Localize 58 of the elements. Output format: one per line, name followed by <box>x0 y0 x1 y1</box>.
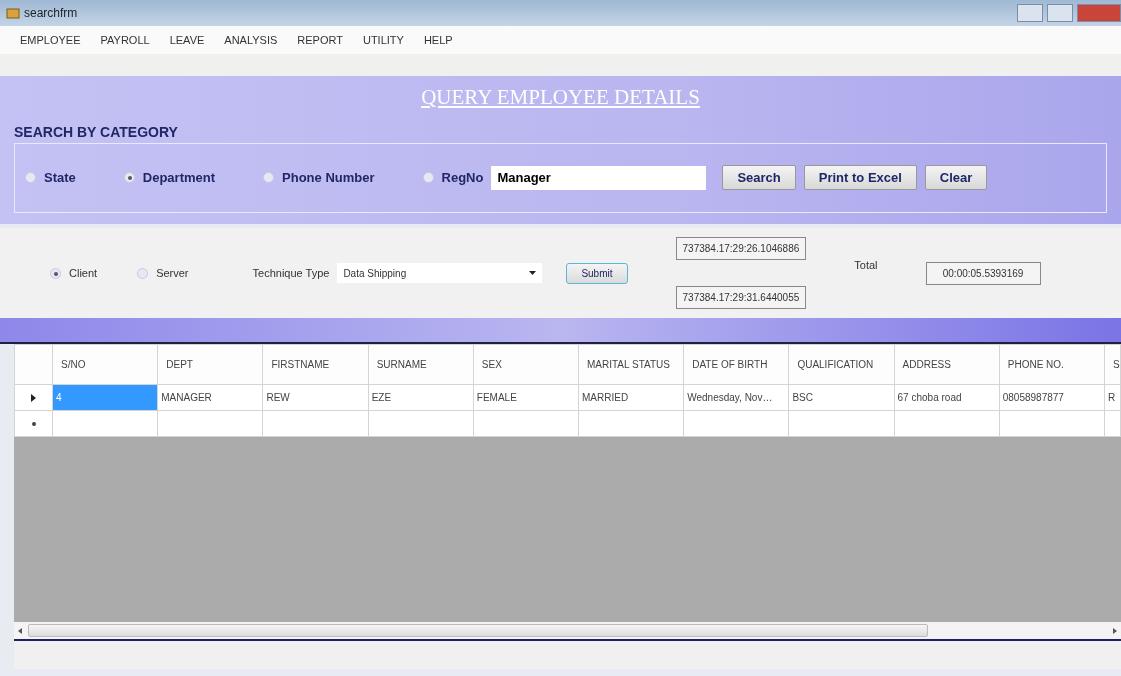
column-header[interactable]: MARITAL STATUS <box>578 344 684 385</box>
column-header[interactable]: SURNAME <box>368 344 474 385</box>
menu-item[interactable]: LEAVE <box>169 31 205 49</box>
minimize-button[interactable] <box>1017 4 1043 22</box>
table-cell[interactable]: R <box>1104 384 1121 411</box>
table-cell[interactable]: REW <box>262 384 369 411</box>
page-title: QUERY EMPLOYEE DETAILS <box>421 85 700 109</box>
horizontal-scrollbar[interactable] <box>14 622 1121 639</box>
submit-button[interactable]: Submit <box>566 262 628 284</box>
field-label: Technique Type <box>252 265 330 281</box>
column-header[interactable]: ADDRESS <box>894 344 1000 385</box>
menu-item[interactable]: EMPLOYEE <box>20 31 81 49</box>
column-header[interactable]: DEPT <box>157 344 263 385</box>
group-title: SEARCH BY CATEGORY <box>14 122 179 142</box>
table-cell[interactable]: Wednesday, Nov… <box>683 384 789 411</box>
action-button[interactable]: Clear <box>924 164 988 191</box>
technique-dropdown[interactable]: Data Shipping <box>337 263 543 283</box>
table-cell[interactable]: EZE <box>368 384 474 411</box>
window-title: searchfrm <box>24 5 78 22</box>
time-field: 737384.17:29:31.6440055 <box>675 286 807 309</box>
menu-item[interactable]: REPORT <box>297 31 343 49</box>
column-header[interactable]: DATE OF BIRTH <box>683 344 789 385</box>
radio-option[interactable]: RegNo <box>422 167 484 188</box>
action-button[interactable]: Print to Excel <box>803 164 917 191</box>
row-header[interactable] <box>14 384 53 411</box>
scroll-right-icon <box>1113 627 1117 634</box>
table-cell[interactable]: 08058987877 <box>999 384 1105 411</box>
table-cell[interactable]: MARRIED <box>578 384 684 411</box>
table-cell[interactable]: FEMALE <box>473 384 579 411</box>
column-header[interactable]: PHONE NO. <box>999 344 1105 385</box>
field-label: Total <box>854 257 878 273</box>
caret-icon <box>529 271 537 275</box>
radio-option[interactable]: Phone Number <box>263 167 375 188</box>
row-header[interactable] <box>14 410 53 437</box>
menu-item[interactable]: PAYROLL <box>100 31 150 49</box>
column-header[interactable]: S/NO <box>52 344 158 385</box>
table-cell[interactable]: 67 choba road <box>894 384 1000 411</box>
table-cell[interactable]: BSC <box>788 384 895 411</box>
scroll-left-icon <box>18 627 22 634</box>
radio-option[interactable]: Client <box>50 264 98 282</box>
column-header[interactable]: SEX <box>473 344 579 385</box>
scroll-thumb[interactable] <box>28 624 928 637</box>
maximize-button[interactable] <box>1047 4 1073 22</box>
search-field[interactable]: Manager <box>491 165 707 190</box>
menu-item[interactable]: HELP <box>423 31 453 49</box>
total-field: 00:00:05.5393169 <box>925 261 1041 285</box>
menu-item[interactable]: ANALYSIS <box>224 31 278 49</box>
app-icon <box>6 7 20 19</box>
radio-option[interactable]: Department <box>123 167 216 188</box>
column-header[interactable]: FIRSTNAME <box>262 344 369 385</box>
menu-item[interactable]: UTILITY <box>362 31 404 49</box>
radio-option[interactable]: Server <box>137 264 189 282</box>
close-button[interactable] <box>1077 4 1121 22</box>
action-button[interactable]: Search <box>722 164 796 191</box>
column-header[interactable]: QUALIFICATION <box>788 344 895 385</box>
table-cell[interactable]: MANAGER <box>157 384 263 411</box>
time-field: 737384.17:29:26.1046886 <box>675 237 807 260</box>
radio-option[interactable]: State <box>25 167 76 188</box>
